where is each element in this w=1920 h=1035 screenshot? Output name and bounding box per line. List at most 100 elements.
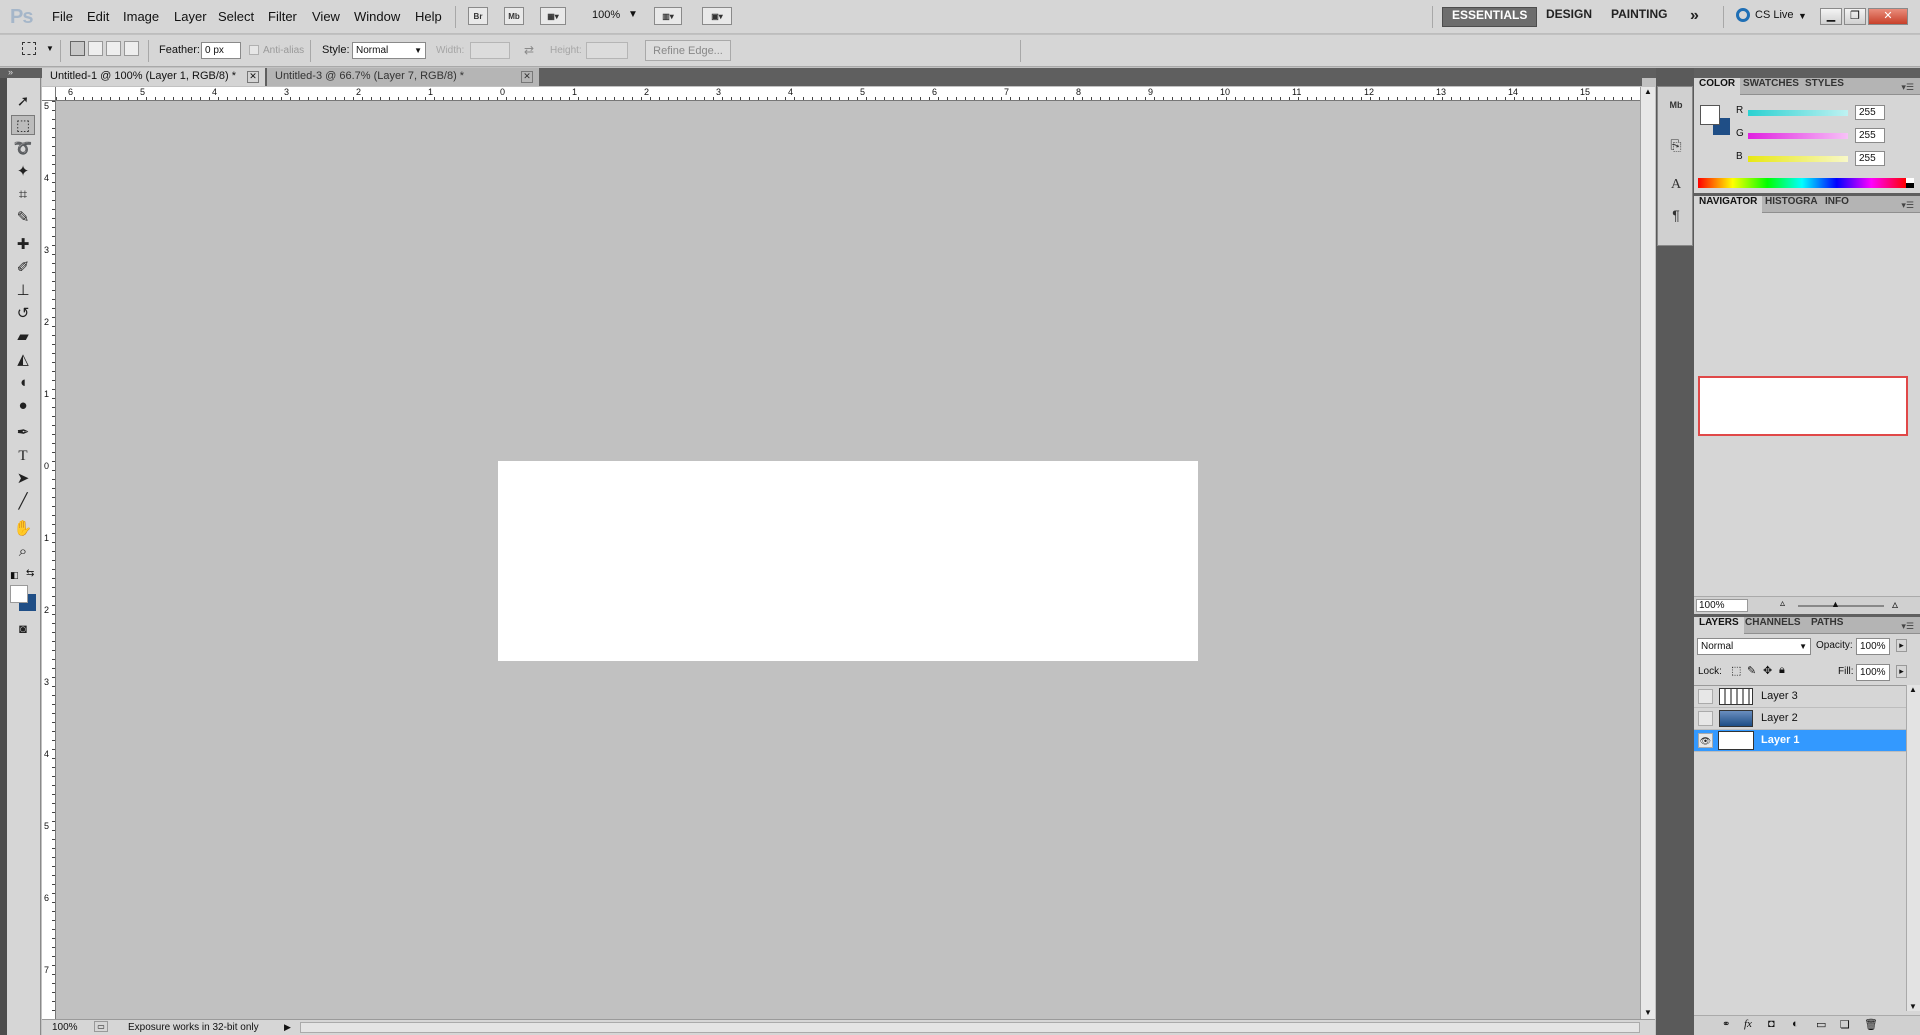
document-canvas[interactable]: [498, 461, 1198, 661]
path-selection-tool-icon[interactable]: ➤: [11, 469, 35, 489]
tab-styles[interactable]: STYLES: [1800, 78, 1849, 95]
color-spectrum-ramp[interactable]: [1698, 178, 1906, 188]
scroll-up-icon[interactable]: ▲: [1644, 87, 1652, 96]
workspace-design[interactable]: DESIGN: [1537, 7, 1601, 27]
new-group-icon[interactable]: ▭: [1816, 1018, 1826, 1031]
status-preview-icon[interactable]: ▭: [94, 1021, 108, 1032]
adjustment-layer-icon[interactable]: ◐: [1792, 1018, 1799, 1030]
navigator-zoom-slider[interactable]: [1798, 605, 1884, 607]
dodge-tool-icon[interactable]: ●: [11, 396, 35, 416]
move-tool-icon[interactable]: ➚: [11, 92, 35, 112]
menu-window[interactable]: Window: [354, 9, 400, 24]
brush-tool-icon[interactable]: ✐: [11, 258, 35, 278]
toolbox-grip[interactable]: [0, 78, 7, 1035]
ruler-origin[interactable]: [42, 87, 56, 101]
blend-mode-select[interactable]: Normal ▼: [1697, 638, 1811, 655]
height-input[interactable]: [586, 42, 628, 59]
slider-handle[interactable]: ▲: [1831, 599, 1840, 609]
foreground-color-swatch[interactable]: [10, 585, 28, 603]
crop-tool-icon[interactable]: ⌗: [11, 185, 35, 205]
opacity-slider-toggle[interactable]: ▸: [1896, 639, 1907, 652]
style-select[interactable]: Normal ▼: [352, 42, 426, 59]
fill-input[interactable]: 100%: [1856, 664, 1890, 681]
black-white-ramp[interactable]: [1906, 178, 1914, 188]
layer-row-layer-1[interactable]: 👁︎ Layer 1: [1694, 730, 1920, 752]
scroll-down-icon[interactable]: ▼: [1644, 1008, 1652, 1017]
swap-colors-icon[interactable]: ⇆: [26, 568, 34, 579]
lock-all-icon[interactable]: 🔒︎: [1779, 664, 1785, 677]
close-icon[interactable]: ✕: [521, 71, 533, 83]
link-layers-icon[interactable]: ⚭: [1722, 1019, 1730, 1030]
eyedropper-tool-icon[interactable]: ✎: [11, 208, 35, 228]
chevron-down-icon[interactable]: ▼: [1798, 11, 1807, 21]
paint-bucket-tool-icon[interactable]: ◭: [11, 350, 35, 370]
menu-file[interactable]: File: [52, 9, 73, 24]
zoom-in-icon[interactable]: ▵: [1892, 597, 1898, 611]
scroll-down-icon[interactable]: ▼: [1909, 1002, 1917, 1011]
mini-bridge-icon[interactable]: Mb: [1664, 93, 1688, 117]
panel-menu-icon[interactable]: ▾☰: [1901, 82, 1914, 93]
new-selection-icon[interactable]: [70, 41, 85, 56]
panel-menu-icon[interactable]: ▾☰: [1901, 200, 1914, 211]
navigator-zoom-input[interactable]: 100%: [1696, 599, 1748, 612]
anti-alias-checkbox[interactable]: [249, 45, 259, 55]
width-input[interactable]: [470, 42, 510, 59]
character-icon[interactable]: A: [1664, 173, 1688, 197]
channel-r-value[interactable]: 255: [1855, 105, 1885, 120]
chevron-down-icon[interactable]: ▼: [46, 44, 54, 53]
delete-layer-icon[interactable]: 🗑︎: [1864, 1018, 1878, 1031]
visibility-toggle[interactable]: [1698, 689, 1713, 704]
menu-edit[interactable]: Edit: [87, 9, 109, 24]
restore-button[interactable]: ❐: [1844, 8, 1866, 25]
channel-r-slider[interactable]: [1748, 110, 1848, 116]
quick-mask-icon[interactable]: ◙: [11, 619, 35, 639]
menu-image[interactable]: Image: [123, 9, 159, 24]
type-tool-icon[interactable]: T: [11, 446, 35, 466]
healing-brush-tool-icon[interactable]: ✚: [11, 235, 35, 255]
lock-image-icon[interactable]: ✎: [1747, 664, 1756, 677]
tab-navigator[interactable]: NAVIGATOR: [1694, 196, 1763, 213]
tab-info[interactable]: INFO: [1820, 196, 1854, 213]
tab-swatches[interactable]: SWATCHES: [1738, 78, 1804, 95]
vertical-ruler[interactable]: 5 4 3 2 1 0 1 2 3 4 5 6 7: [42, 101, 56, 1019]
horizontal-ruler[interactable]: 6 5 4 3 2 1 0 1 2 3 4 5 6 7 8 9 10 11 12…: [56, 87, 1640, 101]
document-tab-untitled-3[interactable]: Untitled-3 @ 66.7% (Layer 7, RGB/8) * ✕: [267, 68, 539, 86]
view-extras-button[interactable]: ▦▾: [540, 7, 566, 25]
magic-wand-tool-icon[interactable]: ✦: [11, 162, 35, 182]
fill-slider-toggle[interactable]: ▸: [1896, 665, 1907, 678]
swap-icon[interactable]: ⇄: [524, 43, 534, 57]
rectangular-marquee-tool-icon[interactable]: ⬚: [11, 115, 35, 135]
default-colors-icon[interactable]: ◧: [10, 570, 19, 581]
scroll-up-icon[interactable]: ▲: [1909, 685, 1917, 694]
panel-menu-icon[interactable]: ▾☰: [1901, 621, 1914, 632]
status-menu-icon[interactable]: ▶: [284, 1020, 291, 1035]
feather-input[interactable]: 0 px: [201, 42, 241, 59]
workspace-painting[interactable]: PAINTING: [1602, 7, 1676, 27]
channel-b-slider[interactable]: [1748, 156, 1848, 162]
refine-edge-button[interactable]: Refine Edge...: [645, 40, 731, 61]
close-window-button[interactable]: ✕: [1868, 8, 1908, 25]
clone-stamp-tool-icon[interactable]: ⊥: [11, 281, 35, 301]
marquee-tool-icon[interactable]: [22, 42, 36, 55]
channel-g-slider[interactable]: [1748, 133, 1848, 139]
lock-transparent-icon[interactable]: ⬚: [1731, 664, 1741, 677]
foreground-color-swatch[interactable]: [1700, 105, 1720, 125]
pen-tool-icon[interactable]: ✒: [11, 423, 35, 443]
menu-filter[interactable]: Filter: [268, 9, 297, 24]
tab-channels[interactable]: CHANNELS: [1740, 617, 1806, 634]
bridge-button[interactable]: Br: [468, 7, 488, 25]
tab-histogram[interactable]: HISTOGRAM: [1760, 196, 1818, 213]
eraser-tool-icon[interactable]: ▰: [11, 327, 35, 347]
blur-tool-icon[interactable]: ◖: [11, 373, 35, 393]
eye-icon[interactable]: 👁︎: [1698, 733, 1713, 748]
zoom-out-icon[interactable]: ▵: [1780, 598, 1785, 609]
subtract-from-selection-icon[interactable]: [106, 41, 121, 56]
visibility-toggle[interactable]: [1698, 711, 1713, 726]
lock-position-icon[interactable]: ✥: [1763, 664, 1772, 677]
zoom-tool-icon[interactable]: ⌕: [11, 542, 35, 562]
hand-tool-icon[interactable]: ✋: [11, 519, 35, 539]
mini-bridge-button[interactable]: Mb: [504, 7, 524, 25]
tab-layers[interactable]: LAYERS: [1694, 617, 1744, 634]
workspace-essentials[interactable]: ESSENTIALS: [1442, 7, 1538, 27]
layer-row-layer-3[interactable]: Layer 3: [1694, 686, 1920, 708]
